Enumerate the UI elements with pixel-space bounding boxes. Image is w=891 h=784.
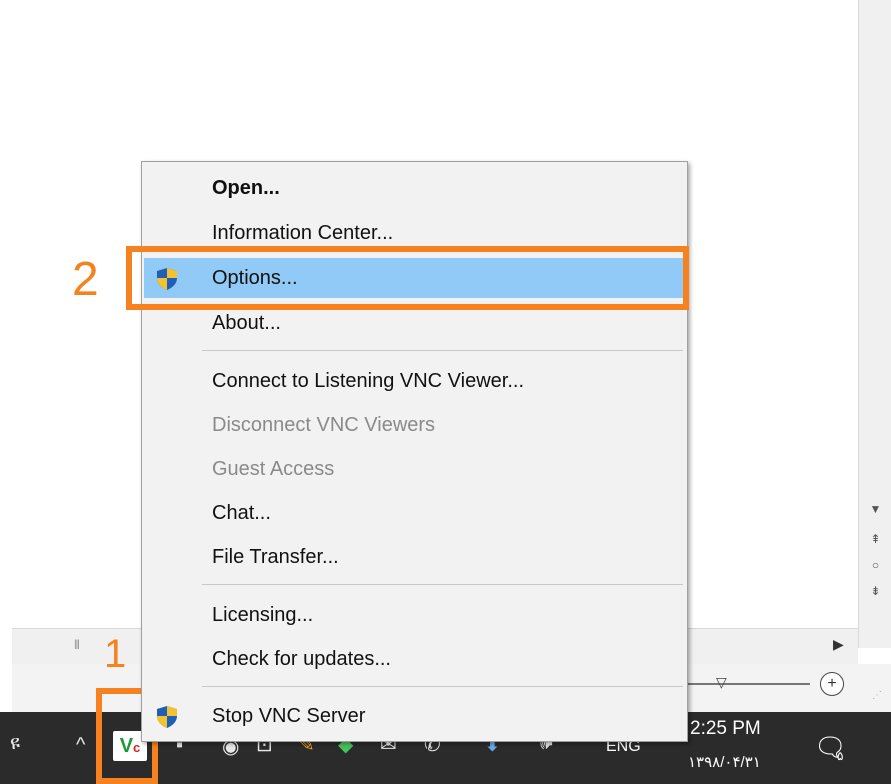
menu-item-licensing[interactable]: Licensing...: [144, 595, 685, 635]
clock-time[interactable]: 2:25 PM: [690, 718, 761, 740]
vertical-scrollbar[interactable]: ▼ ⇞ ○ ⇟: [858, 0, 891, 648]
notification-count: ۵: [837, 749, 844, 763]
menu-item-label: Disconnect VNC Viewers: [212, 414, 436, 436]
zoom-in-icon[interactable]: +: [820, 672, 844, 696]
menu-item-check-for-updates[interactable]: Check for updates...: [144, 639, 685, 679]
menu-item-file-transfer[interactable]: File Transfer...: [144, 537, 685, 577]
menu-item-label: Information Center...: [212, 222, 394, 244]
select-browse-object-icon[interactable]: ○: [859, 554, 891, 576]
menu-item-guest-access: Guest Access: [144, 449, 685, 489]
menu-item-label: File Transfer...: [212, 546, 339, 568]
menu-item-label: Check for updates...: [212, 648, 391, 670]
menu-separator: [202, 686, 683, 687]
menu-item-label: Connect to Listening VNC Viewer...: [212, 370, 525, 392]
previous-page-icon[interactable]: ⇞: [859, 528, 891, 550]
show-hidden-icons-chevron-icon[interactable]: ^: [76, 734, 85, 757]
resize-grip-icon[interactable]: ⋰: [872, 690, 882, 701]
annotation-box-options: [126, 246, 689, 310]
menu-item-label: Open...: [212, 177, 280, 199]
menu-separator: [202, 584, 683, 585]
clock-date[interactable]: ۱۳۹۸/۰۴/۳۱: [688, 753, 761, 771]
menu-item-connect-listening-viewer[interactable]: Connect to Listening VNC Viewer...: [144, 361, 685, 401]
menu-item-open[interactable]: Open...: [144, 168, 685, 208]
scroll-down-arrow-icon[interactable]: ▼: [859, 498, 891, 520]
menu-item-label: Licensing...: [212, 604, 314, 626]
menu-item-label: Stop VNC Server: [212, 705, 366, 727]
menu-item-label: Guest Access: [212, 458, 335, 480]
zoom-slider[interactable]: [688, 683, 810, 685]
scroll-right-arrow-icon[interactable]: ▶: [833, 636, 844, 653]
next-page-icon[interactable]: ⇟: [859, 580, 891, 602]
people-icon[interactable]: ዩ: [10, 732, 20, 755]
scroll-grip-icon[interactable]: |||: [74, 639, 94, 655]
menu-separator: [202, 350, 683, 351]
uac-shield-icon: [157, 706, 177, 728]
menu-item-stop-vnc-server[interactable]: Stop VNC Server: [144, 696, 685, 736]
annotation-step-2: 2: [72, 253, 99, 306]
annotation-step-1: 1: [104, 632, 127, 676]
menu-item-label: About...: [212, 312, 281, 334]
menu-item-label: Chat...: [212, 502, 271, 524]
zoom-slider-thumb-icon[interactable]: ▽: [716, 674, 732, 692]
menu-item-disconnect-viewers: Disconnect VNC Viewers: [144, 405, 685, 445]
menu-item-chat[interactable]: Chat...: [144, 493, 685, 533]
action-center-icon[interactable]: 🗨۵: [814, 732, 853, 763]
